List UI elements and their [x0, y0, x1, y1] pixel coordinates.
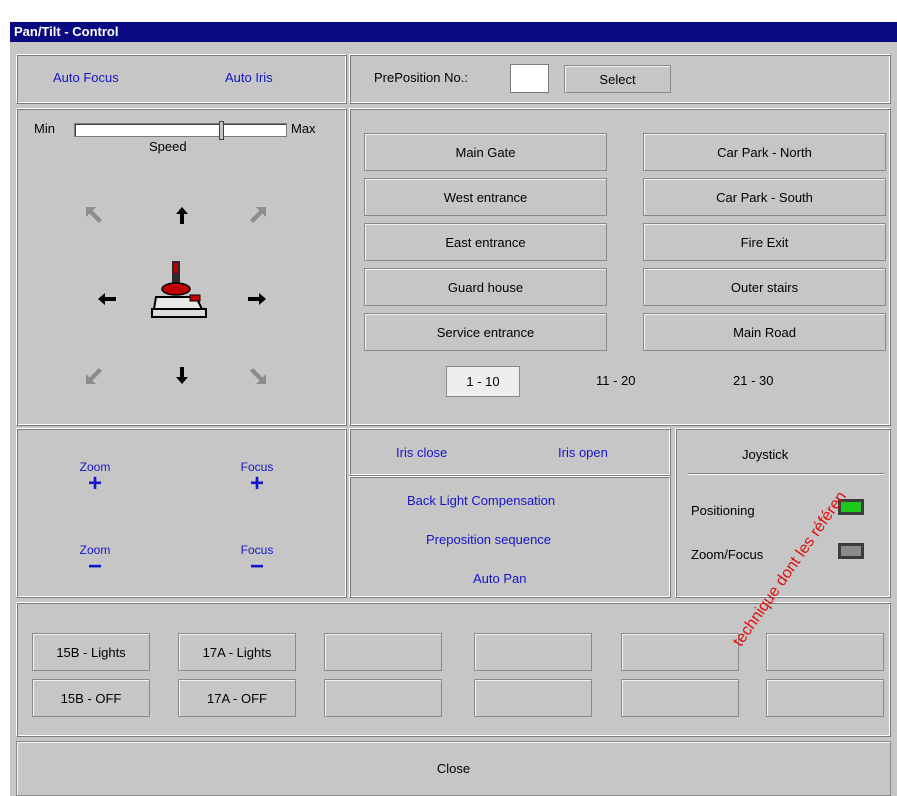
preset-button-left-4[interactable]: Guard house — [364, 268, 607, 306]
aux-button-15b-lights[interactable]: 15B - Lights — [32, 633, 150, 671]
iris-panel: Iris close Iris open — [349, 428, 671, 476]
arrow-up-left-icon[interactable] — [83, 204, 107, 228]
iris-open-link[interactable]: Iris open — [558, 445, 608, 460]
joystick-icon — [150, 259, 210, 321]
arrow-right-icon[interactable] — [245, 287, 269, 311]
aux-button-empty[interactable] — [324, 679, 442, 717]
close-button[interactable]: Close — [16, 741, 891, 796]
aux-button-15b-off[interactable]: 15B - OFF — [32, 679, 150, 717]
pan-tilt-window: Pan/Tilt - Control Auto Focus Auto Iris … — [10, 22, 897, 796]
auto-panel: Auto Focus Auto Iris — [16, 54, 347, 104]
preposition-panel: PrePosition No.: Select — [349, 54, 891, 104]
aux-button-empty[interactable] — [324, 633, 442, 671]
preset-button-left-1[interactable]: Main Gate — [364, 133, 607, 171]
preset-button-right-3[interactable]: Fire Exit — [643, 223, 886, 261]
presets-panel: Main Gate West entrance East entrance Gu… — [349, 108, 891, 426]
speed-label: Speed — [149, 139, 187, 154]
zoom-in-button[interactable]: + — [65, 472, 125, 496]
arrow-left-icon[interactable] — [95, 287, 119, 311]
back-light-compensation-link[interactable]: Back Light Compensation — [407, 493, 555, 508]
arrow-down-icon[interactable] — [170, 363, 194, 387]
aux-button-empty[interactable] — [766, 633, 884, 671]
functions-panel: Back Light Compensation Preposition sequ… — [349, 476, 671, 598]
focus-far-button[interactable]: + — [227, 472, 287, 496]
aux-button-empty[interactable] — [474, 679, 592, 717]
speed-slider-thumb[interactable] — [219, 121, 224, 140]
preset-button-right-2[interactable]: Car Park - South — [643, 178, 886, 216]
preset-button-left-2[interactable]: West entrance — [364, 178, 607, 216]
aux-button-empty[interactable] — [621, 679, 739, 717]
zoom-focus-panel: Zoom + Focus + Zoom − Focus − — [16, 428, 347, 598]
preset-button-right-5[interactable]: Main Road — [643, 313, 886, 351]
preset-button-left-3[interactable]: East entrance — [364, 223, 607, 261]
auto-iris-link[interactable]: Auto Iris — [225, 70, 273, 85]
joystick-divider — [688, 473, 884, 475]
preset-button-right-4[interactable]: Outer stairs — [643, 268, 886, 306]
zoom-focus-led[interactable] — [838, 543, 864, 559]
auto-focus-link[interactable]: Auto Focus — [53, 70, 119, 85]
aux-button-17a-lights[interactable]: 17A - Lights — [178, 633, 296, 671]
preposition-sequence-link[interactable]: Preposition sequence — [426, 532, 551, 547]
aux-button-empty[interactable] — [474, 633, 592, 671]
arrow-down-left-icon[interactable] — [83, 363, 107, 387]
preposition-input[interactable] — [510, 64, 549, 93]
speed-max-label: Max — [291, 121, 316, 136]
zoom-out-button[interactable]: − — [65, 555, 125, 579]
aux-button-17a-off[interactable]: 17A - OFF — [178, 679, 296, 717]
page-tab-21-30[interactable]: 21 - 30 — [733, 373, 773, 388]
focus-near-button[interactable]: − — [227, 555, 287, 579]
preset-button-right-1[interactable]: Car Park - North — [643, 133, 886, 171]
window-title: Pan/Tilt - Control — [10, 22, 897, 42]
select-button[interactable]: Select — [564, 65, 671, 93]
joystick-title: Joystick — [742, 447, 789, 462]
speed-min-label: Min — [34, 121, 55, 136]
arrow-down-right-icon[interactable] — [245, 363, 269, 387]
auto-pan-link[interactable]: Auto Pan — [473, 571, 527, 586]
page-tab-11-20[interactable]: 11 - 20 — [596, 373, 636, 388]
aux-button-empty[interactable] — [621, 633, 739, 671]
aux-button-empty[interactable] — [766, 679, 884, 717]
zoom-focus-label: Zoom/Focus — [691, 547, 764, 562]
speed-slider-track[interactable] — [74, 121, 287, 140]
arrow-up-icon[interactable] — [170, 204, 194, 228]
direction-panel: Min Max Speed — [16, 108, 347, 426]
arrow-up-right-icon[interactable] — [245, 204, 269, 228]
page-tab-1-10[interactable]: 1 - 10 — [446, 366, 520, 397]
preset-button-left-5[interactable]: Service entrance — [364, 313, 607, 351]
positioning-label: Positioning — [691, 503, 755, 518]
preposition-label: PrePosition No.: — [374, 70, 468, 85]
iris-close-link[interactable]: Iris close — [396, 445, 447, 460]
